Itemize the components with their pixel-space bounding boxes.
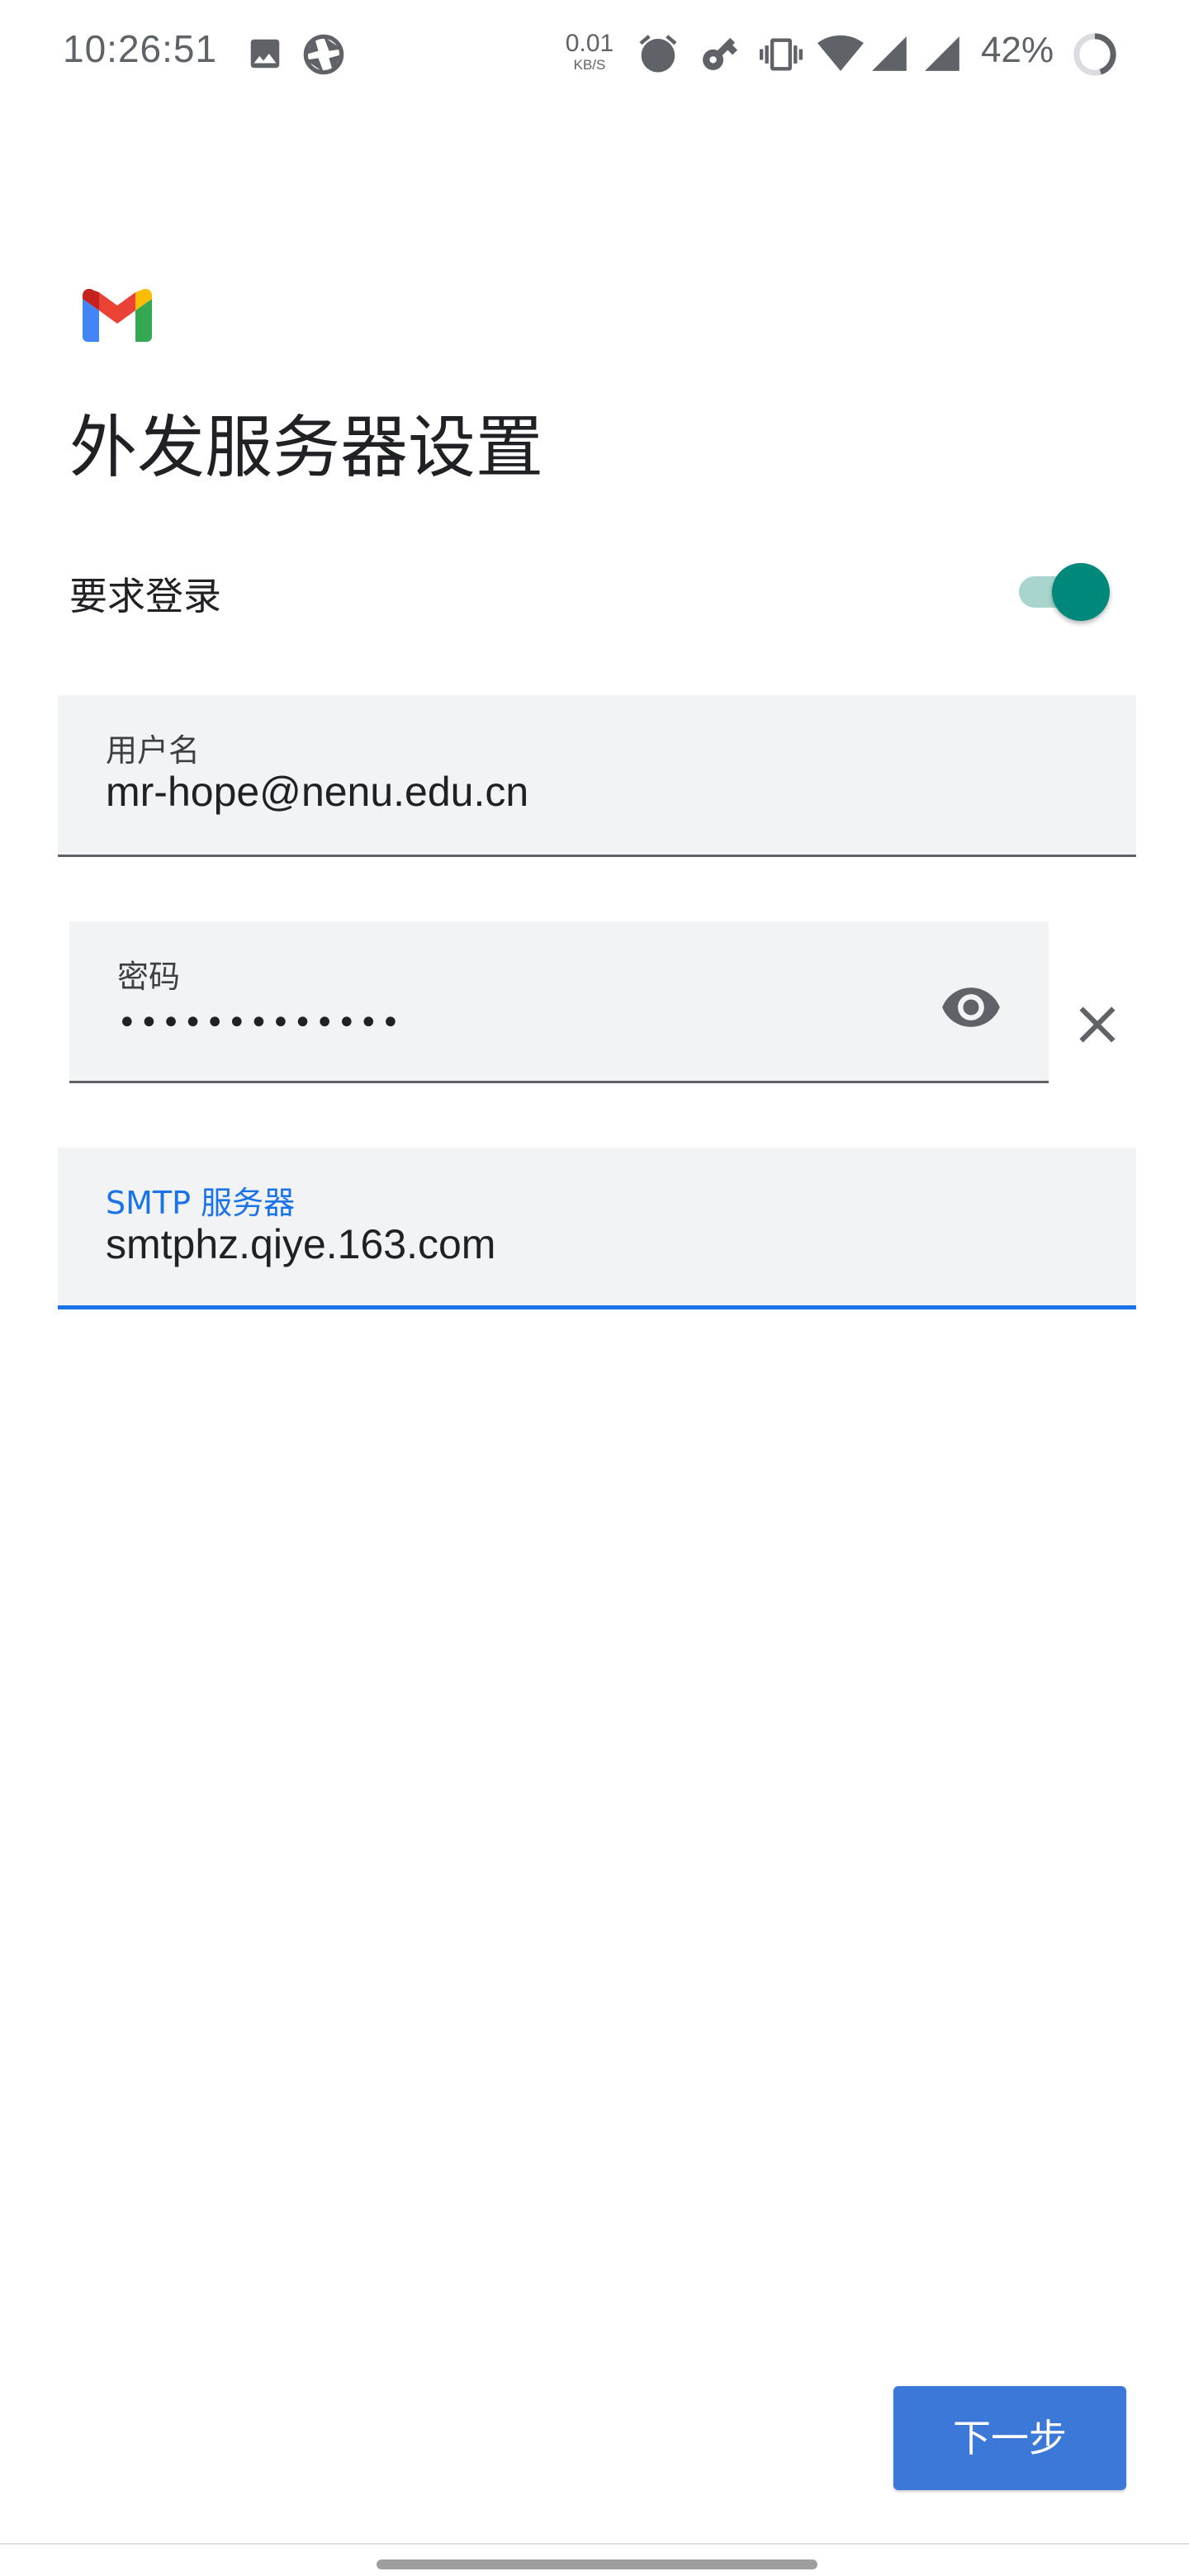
- aperture-icon: [303, 34, 344, 75]
- next-button[interactable]: 下一步: [893, 2386, 1126, 2490]
- key-icon: [703, 37, 738, 70]
- password-label: 密码: [117, 959, 181, 995]
- image-icon: [250, 39, 280, 69]
- require-login-toggle[interactable]: [1016, 561, 1115, 621]
- close-icon[interactable]: [1067, 994, 1128, 1055]
- smtp-server-field[interactable]: SMTP 服务器: [58, 1148, 1136, 1309]
- alarm-icon: [639, 35, 677, 73]
- username-label: 用户名: [106, 732, 201, 769]
- network-speed-value: 0.01: [565, 30, 614, 57]
- gesture-nav-handle[interactable]: [377, 2559, 817, 2569]
- battery-percent: 42%: [981, 30, 1054, 70]
- status-bar: 10:26:51 0.01 KB/S 42%: [0, 0, 1189, 107]
- gmail-logo: [83, 289, 152, 342]
- require-login-row: 要求登录: [69, 561, 1123, 621]
- vibrate-icon: [760, 38, 803, 71]
- page-title: 外发服务器设置: [69, 409, 544, 487]
- username-input[interactable]: [106, 768, 1014, 816]
- network-speed-unit: KB/S: [573, 57, 606, 73]
- eye-icon[interactable]: [940, 976, 1002, 1039]
- smtp-server-label: SMTP 服务器: [106, 1185, 296, 1221]
- toggle-thumb: [1052, 563, 1110, 621]
- signal-icon-2: [925, 36, 959, 71]
- status-time: 10:26:51: [63, 27, 218, 70]
- signal-icon: [872, 36, 907, 71]
- require-login-label: 要求登录: [69, 574, 221, 618]
- battery-ring-icon: [1073, 33, 1116, 76]
- username-field[interactable]: 用户名: [58, 695, 1136, 857]
- password-input[interactable]: •••••••••••••: [117, 1004, 403, 1042]
- network-speed: 0.01 KB/S: [565, 30, 614, 73]
- wifi-icon: [817, 35, 864, 71]
- password-field[interactable]: 密码 •••••••••••••: [69, 921, 1049, 1083]
- smtp-server-input[interactable]: [106, 1220, 1014, 1268]
- nav-divider: [0, 2543, 1189, 2545]
